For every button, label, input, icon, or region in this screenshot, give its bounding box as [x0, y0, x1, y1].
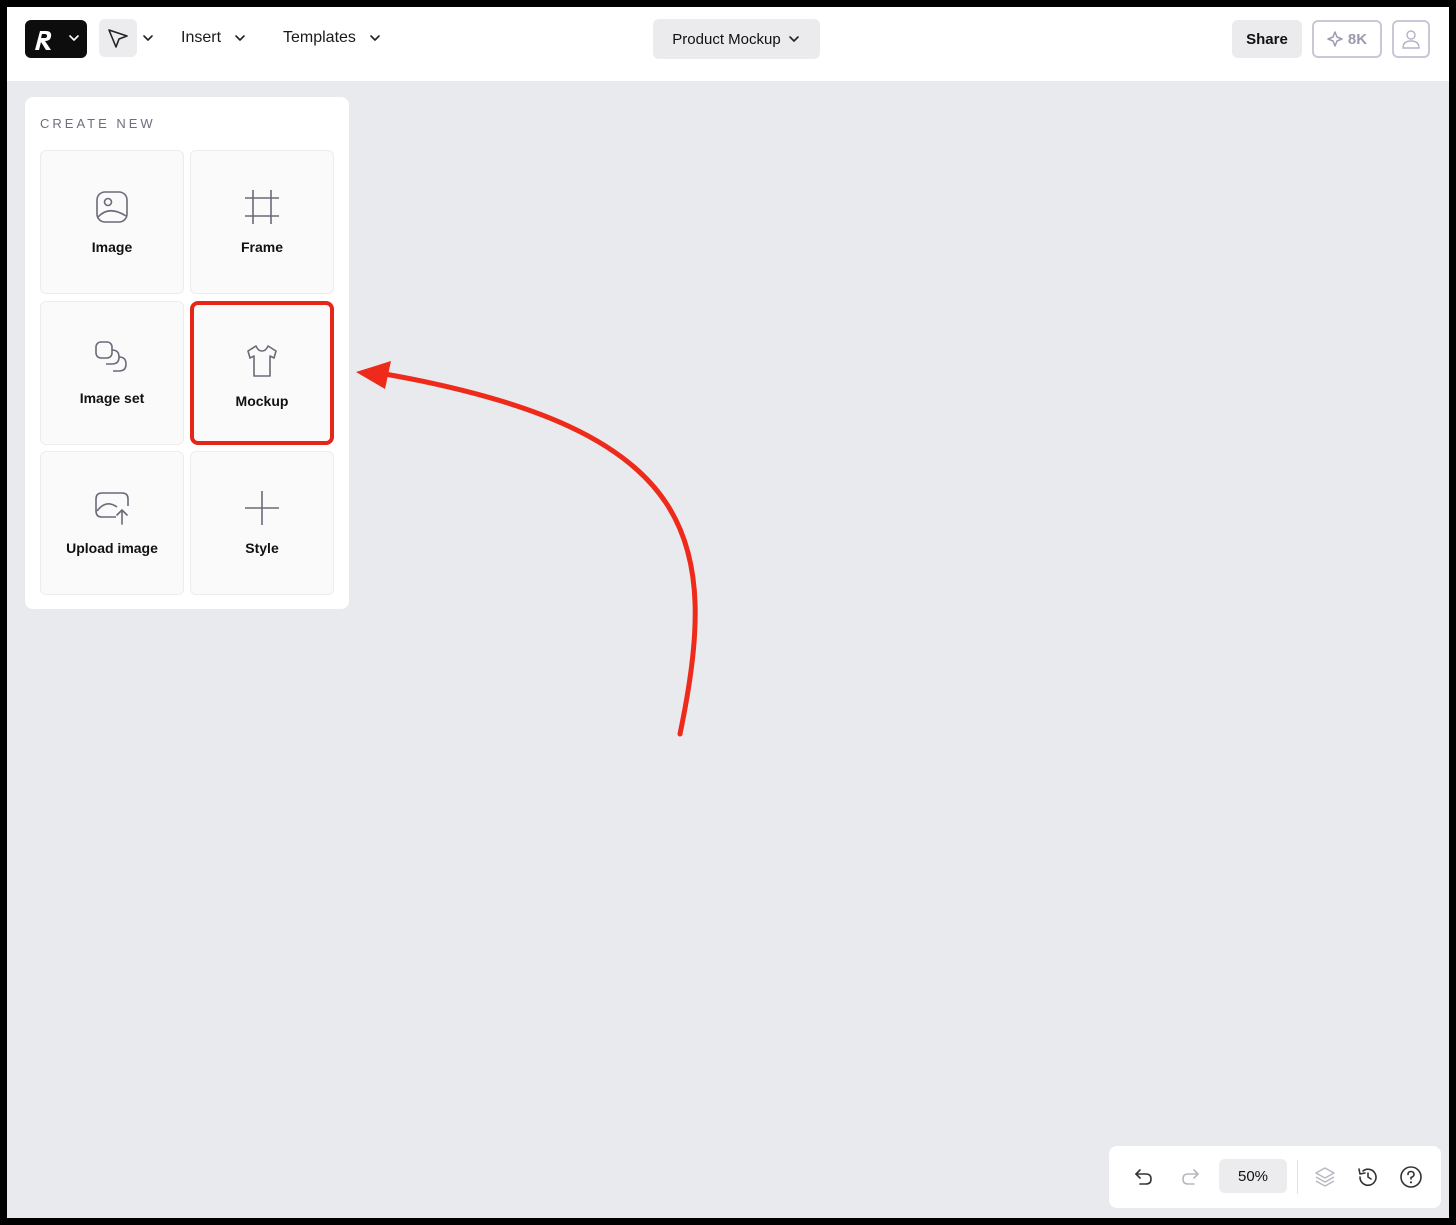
share-label: Share: [1246, 30, 1288, 48]
tile-label: Frame: [240, 239, 284, 255]
layers-icon: [1315, 1167, 1335, 1187]
tile-label: Upload image: [66, 540, 158, 556]
tile-label: Image: [91, 239, 133, 255]
chevron-down-icon: [235, 35, 245, 41]
history-icon: [1358, 1168, 1377, 1187]
select-tool-button[interactable]: [99, 19, 137, 57]
create-frame-tile[interactable]: Frame: [190, 150, 334, 294]
bottom-toolbar: 50%: [1109, 1146, 1441, 1208]
image-set-icon: [95, 341, 127, 372]
zoom-level[interactable]: 50%: [1219, 1159, 1287, 1193]
insert-label: Insert: [181, 29, 222, 46]
templates-menu[interactable]: Templates: [283, 27, 382, 49]
document-title: Product Mockup: [672, 30, 781, 48]
history-button[interactable]: [1352, 1161, 1384, 1193]
avatar[interactable]: [1392, 20, 1430, 58]
undo-icon: [1135, 1169, 1152, 1185]
redo-icon: [1182, 1169, 1199, 1185]
cursor-icon: [108, 29, 128, 48]
credits-button[interactable]: 8K: [1312, 20, 1382, 58]
document-title-button[interactable]: Product Mockup: [653, 19, 820, 59]
create-image-tile[interactable]: Image: [40, 150, 184, 294]
create-mockup-tile[interactable]: Mockup: [190, 301, 334, 445]
toolbar-divider: [1297, 1160, 1298, 1194]
create-image-set-tile[interactable]: Image set: [40, 301, 184, 445]
tshirt-icon: [247, 345, 277, 377]
image-icon: [96, 191, 128, 223]
undo-button[interactable]: [1127, 1161, 1159, 1193]
help-icon: [1400, 1166, 1422, 1188]
tile-label: Style: [245, 540, 279, 556]
upload-image-tile[interactable]: Upload image: [40, 451, 184, 595]
upload-image-icon: [95, 492, 129, 525]
credits-count: 8K: [1347, 30, 1368, 48]
tile-label: Mockup: [235, 393, 289, 409]
help-button[interactable]: [1395, 1161, 1427, 1193]
app-menu-button[interactable]: [25, 20, 87, 58]
tile-label: Image set: [79, 390, 145, 406]
plus-icon: [245, 491, 279, 525]
create-new-panel: CREATE NEW Image Frame Image set Mockup …: [25, 97, 349, 609]
frame-icon: [245, 190, 279, 224]
create-style-tile[interactable]: Style: [190, 451, 334, 595]
user-avatar-icon: [1402, 30, 1420, 49]
panel-heading: CREATE NEW: [40, 116, 156, 131]
share-button[interactable]: Share: [1232, 20, 1302, 58]
sparkle-icon: [1327, 31, 1343, 47]
chevron-down-icon: [69, 35, 79, 41]
zoom-value: 50%: [1237, 1167, 1269, 1185]
templates-label: Templates: [283, 29, 356, 46]
chevron-down-icon[interactable]: [141, 31, 155, 45]
insert-menu[interactable]: Insert: [181, 27, 247, 49]
logo-icon: [35, 31, 52, 50]
redo-button[interactable]: [1175, 1161, 1207, 1193]
chevron-down-icon: [370, 35, 380, 41]
layers-button[interactable]: [1309, 1161, 1341, 1193]
chevron-down-icon: [788, 36, 799, 42]
